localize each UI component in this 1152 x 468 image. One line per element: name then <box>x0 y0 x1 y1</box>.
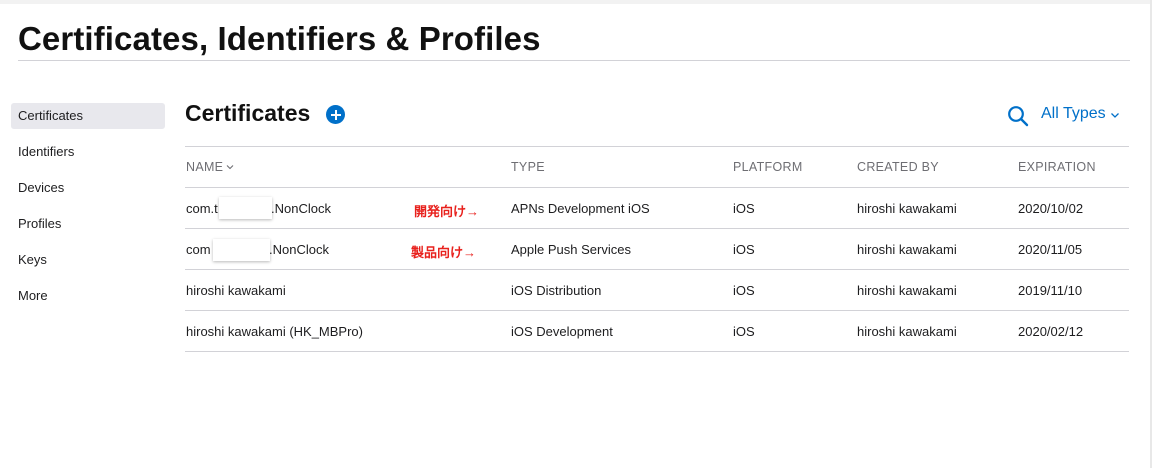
cert-platform: iOS <box>733 283 755 298</box>
sidebar: Certificates Identifiers Devices Profile… <box>11 103 165 319</box>
search-icon[interactable] <box>1007 105 1029 127</box>
sort-chevron-icon <box>226 165 234 170</box>
row-divider <box>185 351 1129 352</box>
annotation-note: 開発向け→ <box>414 204 480 219</box>
cert-name: hiroshi kawakami <box>186 283 286 298</box>
column-header-platform[interactable]: PLATFORM <box>733 160 803 174</box>
table-row[interactable]: hiroshi kawakami (HK_MBPro) iOS Developm… <box>185 311 1129 352</box>
cert-expiration: 2019/11/10 <box>1018 283 1083 298</box>
cert-created-by: hiroshi kawakami <box>857 283 957 298</box>
cert-name: hiroshi kawakami (HK_MBPro) <box>186 324 363 339</box>
sidebar-item-certificates[interactable]: Certificates <box>11 103 165 129</box>
page-title: Certificates, Identifiers & Profiles <box>18 20 541 57</box>
cert-platform: iOS <box>733 201 755 216</box>
cert-created-by: hiroshi kawakami <box>857 242 957 257</box>
column-header-created-by[interactable]: CREATED BY <box>857 160 939 174</box>
type-filter-label: All Types <box>1041 105 1106 122</box>
section-title: Certificates <box>185 100 311 126</box>
table-top-divider <box>185 146 1129 147</box>
sidebar-item-profiles[interactable]: Profiles <box>11 211 165 237</box>
column-header-type[interactable]: TYPE <box>511 160 545 174</box>
table-row[interactable]: com .NonClock 製品向け→ Apple Push Services … <box>185 229 1129 270</box>
cert-platform: iOS <box>733 324 755 339</box>
column-header-name[interactable]: NAME <box>186 160 234 174</box>
cert-type: APNs Development iOS <box>511 201 650 216</box>
cert-created-by: hiroshi kawakami <box>857 324 957 339</box>
column-header-name-label: NAME <box>186 160 224 174</box>
cert-name-suffix: .NonClock <box>271 201 331 216</box>
cert-expiration: 2020/11/05 <box>1018 242 1083 257</box>
cert-type: iOS Development <box>511 324 613 339</box>
cert-expiration: 2020/10/02 <box>1018 201 1084 216</box>
cert-created-by: hiroshi kawakami <box>857 201 957 216</box>
cert-platform: iOS <box>733 242 755 257</box>
column-header-expiration[interactable]: EXPIRATION <box>1018 160 1096 174</box>
title-divider <box>18 60 1130 61</box>
cert-type: iOS Distribution <box>511 283 602 298</box>
cert-expiration: 2020/02/12 <box>1018 324 1084 339</box>
table-row[interactable]: com.t .NonClock 開発向け→ APNs Development i… <box>185 188 1129 229</box>
sidebar-item-more[interactable]: More <box>11 283 165 309</box>
cert-type: Apple Push Services <box>511 242 631 257</box>
redaction-box <box>213 239 270 261</box>
cert-name-prefix: com <box>186 242 211 257</box>
cert-name-suffix: .NonClock <box>269 242 329 257</box>
sidebar-item-identifiers[interactable]: Identifiers <box>11 139 165 165</box>
chevron-down-icon <box>1110 113 1119 118</box>
redaction-box <box>219 197 272 219</box>
add-certificate-icon[interactable] <box>326 105 345 124</box>
cert-name-prefix: com.t <box>186 201 218 216</box>
annotation-note: 製品向け→ <box>411 245 477 260</box>
sidebar-item-keys[interactable]: Keys <box>11 247 165 273</box>
table-row[interactable]: hiroshi kawakami iOS Distribution iOS hi… <box>185 270 1129 311</box>
top-strip <box>0 0 1152 4</box>
type-filter-select[interactable]: All Types <box>1041 105 1120 123</box>
sidebar-item-devices[interactable]: Devices <box>11 175 165 201</box>
